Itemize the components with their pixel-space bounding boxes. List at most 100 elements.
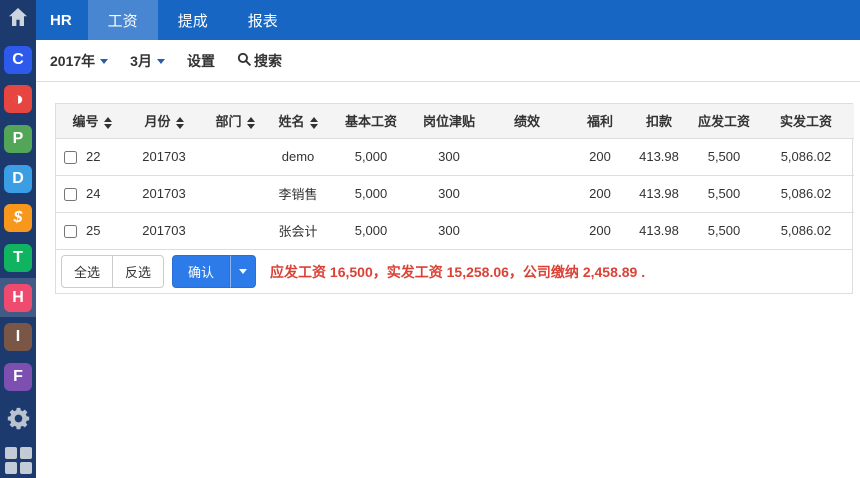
deduction-cell: 413.98 xyxy=(628,211,690,249)
table-row: 24 201703 李销售 5,000 300 200 413.98 5,500… xyxy=(56,174,854,212)
main-area: HR 工资 提成 报表 2017年 3月 设置 搜索 编号 月份 部门 姓名 基… xyxy=(36,0,860,478)
sidebar-item-app-s[interactable]: $ xyxy=(0,198,36,238)
table-row: 22 201703 demo 5,000 300 200 413.98 5,50… xyxy=(56,137,854,175)
row-id: 25 xyxy=(86,223,101,239)
welfare-cell: 200 xyxy=(572,174,628,212)
app-h-icon: H xyxy=(4,283,32,312)
id-cell: 24 xyxy=(56,174,128,212)
column-header-id[interactable]: 编号 xyxy=(56,104,128,138)
column-header-net-pay: 实发工资 xyxy=(758,104,854,138)
app-i-icon: I xyxy=(4,323,32,352)
search-link-label: 搜索 xyxy=(253,52,282,69)
sidebar-item-app-d[interactable]: D xyxy=(0,159,36,199)
column-header-name[interactable]: 姓名 xyxy=(270,104,326,138)
name-cell: 李销售 xyxy=(270,174,326,212)
home-icon xyxy=(6,5,30,34)
gear-icon xyxy=(5,405,32,437)
month-cell: 201703 xyxy=(128,211,200,249)
search-link[interactable]: 搜索 xyxy=(237,51,282,71)
month-cell: 201703 xyxy=(128,137,200,175)
base-salary-cell: 5,000 xyxy=(326,137,416,175)
performance-cell xyxy=(482,174,572,212)
salary-summary-text: 应发工资 16,500，实发工资 15,258.06，公司缴纳 2,458.89… xyxy=(270,263,646,280)
base-salary-cell: 5,000 xyxy=(326,174,416,212)
row-id: 24 xyxy=(86,185,101,201)
year-dropdown[interactable]: 2017年 xyxy=(50,51,109,71)
column-header-month[interactable]: 月份 xyxy=(128,104,200,138)
tab-commission[interactable]: 提成 xyxy=(158,0,228,40)
chevron-down-icon xyxy=(239,269,248,274)
invert-selection-button[interactable]: 反选 xyxy=(112,255,165,288)
confirm-split-button: 确认 xyxy=(172,255,257,288)
sidebar-item-app-o[interactable]: ◑ xyxy=(0,79,36,119)
row-checkbox[interactable] xyxy=(64,225,77,239)
sidebar-item-app-p[interactable]: P xyxy=(0,119,36,159)
sidebar-home-button[interactable] xyxy=(0,0,36,40)
chevron-down-icon xyxy=(100,59,109,64)
select-all-button[interactable]: 全选 xyxy=(61,255,114,288)
sort-icon xyxy=(103,116,112,129)
month-cell: 201703 xyxy=(128,174,200,212)
sidebar: C ◑ P D $ T H I F xyxy=(0,0,36,478)
column-header-post-allowance: 岗位津贴 xyxy=(416,104,482,138)
net-pay-cell: 5,086.02 xyxy=(758,137,854,175)
sidebar-item-app-h-active[interactable]: H xyxy=(0,277,36,318)
app-p-icon: P xyxy=(4,124,32,153)
name-cell: 张会计 xyxy=(270,211,326,249)
filter-bar: 2017年 3月 设置 搜索 xyxy=(36,40,860,82)
confirm-dropdown-toggle[interactable] xyxy=(230,255,257,288)
department-cell xyxy=(200,174,270,212)
column-header-performance: 绩效 xyxy=(482,104,572,138)
post-allowance-cell: 300 xyxy=(416,211,482,249)
gross-pay-cell: 5,500 xyxy=(690,174,758,212)
table-header-row: 编号 月份 部门 姓名 基本工资 岗位津贴 绩效 福利 扣款 应发工资 实发工资 xyxy=(56,104,854,138)
chevron-down-icon xyxy=(156,59,165,64)
salary-table: 编号 月份 部门 姓名 基本工资 岗位津贴 绩效 福利 扣款 应发工资 实发工资 xyxy=(56,104,854,249)
search-icon xyxy=(237,52,252,70)
name-cell: demo xyxy=(270,137,326,175)
sidebar-settings-button[interactable] xyxy=(0,399,36,443)
deduction-cell: 413.98 xyxy=(628,174,690,212)
column-header-deduction: 扣款 xyxy=(628,104,690,138)
row-id: 22 xyxy=(86,148,101,164)
performance-cell xyxy=(482,211,572,249)
column-header-gross-pay: 应发工资 xyxy=(690,104,758,138)
top-navbar: HR 工资 提成 报表 xyxy=(36,0,860,40)
salary-table-panel: 编号 月份 部门 姓名 基本工资 岗位津贴 绩效 福利 扣款 应发工资 实发工资 xyxy=(55,103,854,294)
table-row: 25 201703 张会计 5,000 300 200 413.98 5,500… xyxy=(56,211,854,249)
app-s-icon: $ xyxy=(4,204,32,233)
app-c-icon: C xyxy=(4,45,32,74)
column-header-department[interactable]: 部门 xyxy=(200,104,270,138)
gross-pay-cell: 5,500 xyxy=(690,211,758,249)
net-pay-cell: 5,086.02 xyxy=(758,211,854,249)
sidebar-apps-grid-button[interactable] xyxy=(0,442,36,478)
app-f-icon: F xyxy=(4,362,32,391)
tab-salary[interactable]: 工资 xyxy=(87,0,158,40)
row-checkbox[interactable] xyxy=(64,188,77,202)
performance-cell xyxy=(482,137,572,175)
department-cell xyxy=(200,211,270,249)
row-checkbox[interactable] xyxy=(64,151,77,165)
welfare-cell: 200 xyxy=(572,211,628,249)
base-salary-cell: 5,000 xyxy=(326,211,416,249)
confirm-button[interactable]: 确认 xyxy=(172,255,231,288)
sort-icon xyxy=(309,116,318,129)
settings-link[interactable]: 设置 xyxy=(187,51,215,71)
year-dropdown-label: 2017年 xyxy=(50,52,96,69)
brand-hr[interactable]: HR xyxy=(36,0,88,40)
tab-reports[interactable]: 报表 xyxy=(228,0,298,40)
welfare-cell: 200 xyxy=(572,137,628,175)
id-cell: 25 xyxy=(56,211,128,249)
table-footer: 全选 反选 确认 应发工资 16,500，实发工资 15,258.06，公司缴纳… xyxy=(56,249,852,293)
gross-pay-cell: 5,500 xyxy=(690,137,758,175)
sidebar-item-app-i[interactable]: I xyxy=(0,317,36,357)
sidebar-item-app-t[interactable]: T xyxy=(0,238,36,278)
sidebar-item-app-f[interactable]: F xyxy=(0,357,36,397)
column-header-welfare: 福利 xyxy=(572,104,628,138)
app-window: C ◑ P D $ T H I F HR 工资 提成 报表 2017年 3月 设… xyxy=(0,0,860,478)
selection-button-group: 全选 反选 xyxy=(61,255,165,288)
net-pay-cell: 5,086.02 xyxy=(758,174,854,212)
column-header-base-salary: 基本工资 xyxy=(326,104,416,138)
month-dropdown[interactable]: 3月 xyxy=(130,51,165,71)
sidebar-item-app-c[interactable]: C xyxy=(0,40,36,80)
